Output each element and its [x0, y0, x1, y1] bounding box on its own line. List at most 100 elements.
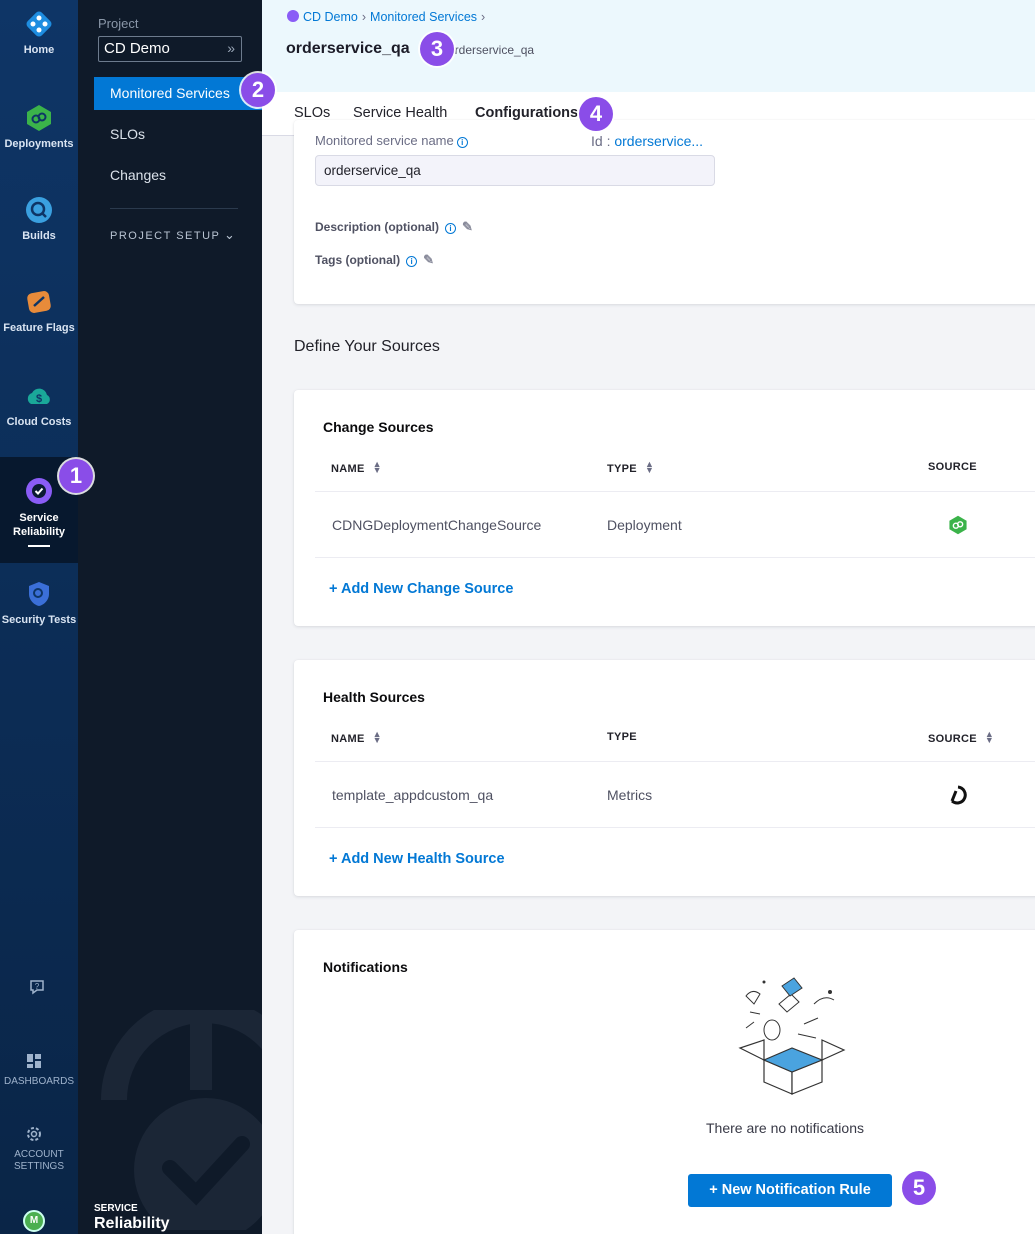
nav-item-slos[interactable]: SLOs — [94, 118, 262, 151]
breadcrumb: CD Demo › Monitored Services › — [287, 10, 489, 24]
empty-box-illustration-icon — [738, 977, 846, 1095]
chevron-down-icon: ⌄ — [224, 227, 235, 242]
rail-label-deployments: Deployments — [4, 138, 74, 150]
rail-label-cloud-costs: Cloud Costs — [6, 416, 72, 428]
add-change-source-label: Add New Change Source — [340, 581, 514, 597]
service-name-label: Monitored service name i — [315, 133, 468, 148]
description-field: Description (optional) i ✎ — [315, 219, 473, 235]
double-chevron-right-icon: » — [227, 40, 235, 56]
nav-item-monitored-services[interactable]: Monitored Services — [94, 77, 262, 110]
callout-5: 5 — [902, 1171, 936, 1205]
dashboards-icon — [27, 1054, 41, 1068]
column-header-type[interactable]: TYPE ▲ ▼ — [607, 459, 655, 476]
sort-icon: ▲ ▼ — [644, 459, 655, 475]
sort-icon: ▲ ▼ — [372, 459, 382, 475]
column-header-type-text: TYPE — [607, 463, 637, 475]
new-notification-rule-button[interactable]: + New Notification Rule — [688, 1174, 892, 1207]
change-source-name[interactable]: CDNGDeploymentChangeSource — [332, 517, 541, 533]
project-selector[interactable]: CD Demo » — [98, 36, 242, 62]
rail-label-home: Home — [23, 44, 55, 56]
help-chat-icon[interactable]: ? — [29, 979, 49, 997]
pencil-icon[interactable]: ✎ — [462, 219, 473, 235]
rail-item-security-tests[interactable]: Security Tests — [0, 580, 78, 626]
info-icon[interactable]: i — [445, 223, 456, 234]
rail-label-builds: Builds — [22, 230, 56, 242]
rail-item-deployments[interactable]: Deployments — [0, 104, 78, 150]
project-setup-toggle[interactable]: PROJECT SETUP — [110, 230, 220, 242]
module-title-big: Reliability — [94, 1215, 170, 1232]
nav-divider — [110, 208, 238, 209]
avatar[interactable]: M — [23, 1210, 45, 1232]
info-icon[interactable]: i — [456, 137, 468, 148]
service-reliability-icon — [26, 478, 52, 504]
plus-icon: + — [709, 1182, 718, 1198]
tags-label: Tags (optional) — [315, 253, 401, 267]
module-nav-rail: Home Deployments Builds Feature Flags $ … — [0, 0, 78, 1234]
description-label: Description (optional) — [315, 220, 439, 234]
rail-label-service-reliability: Service Reliability — [13, 512, 65, 538]
harness-logo-icon — [26, 11, 52, 37]
rail-account-settings[interactable]: ACCOUNT SETTINGS — [0, 1149, 78, 1173]
service-id-label: Id : — [591, 133, 615, 149]
service-name-label-text: Monitored service name — [315, 133, 454, 148]
rail-item-home[interactable]: Home — [0, 10, 78, 56]
column-header-name-text: NAME — [331, 733, 365, 745]
project-icon — [287, 10, 299, 22]
project-label: Project — [98, 16, 139, 31]
column-header-type: TYPE — [607, 731, 637, 743]
rail-dashboards[interactable]: DASHBOARDS — [0, 1076, 78, 1087]
notifications-title: Notifications — [323, 959, 408, 975]
rail-item-builds[interactable]: Builds — [0, 196, 78, 242]
rail-item-cloud-costs[interactable]: $ Cloud Costs — [0, 382, 78, 428]
nav-item-changes[interactable]: Changes — [94, 159, 262, 192]
svg-text:$: $ — [36, 393, 42, 405]
column-header-source-text: SOURCE — [928, 733, 977, 745]
health-source-type: Metrics — [607, 787, 653, 803]
page-title: orderservice_qa — [286, 40, 410, 57]
breadcrumb-project[interactable]: CD Demo — [303, 10, 358, 24]
service-id-value[interactable]: orderservice... — [614, 133, 703, 149]
appdynamics-source-icon — [950, 785, 967, 805]
deployments-source-icon — [949, 515, 967, 535]
plus-icon: + — [329, 581, 338, 597]
module-side-panel: Project CD Demo » Monitored Services SLO… — [78, 0, 262, 1234]
callout-2: 2 — [241, 73, 275, 107]
column-header-name[interactable]: NAME ▲ ▼ — [331, 459, 382, 476]
breadcrumb-monitored-services[interactable]: Monitored Services — [370, 10, 477, 24]
health-sources-card: Health Sources NAME ▲ ▼ TYPE SOURCE ▲ ▼ temp… — [294, 660, 1035, 896]
tab-slos[interactable]: SLOs — [294, 105, 330, 121]
tab-service-health[interactable]: Service Health — [353, 105, 447, 121]
rail-item-feature-flags[interactable]: Feature Flags — [0, 288, 78, 334]
row-divider — [315, 827, 1035, 828]
deployments-icon — [27, 105, 51, 131]
project-name: CD Demo — [104, 40, 170, 57]
info-icon[interactable]: i — [406, 256, 418, 267]
column-header-source: SOURCE — [928, 461, 977, 473]
pencil-icon[interactable]: ✎ — [423, 252, 434, 268]
chevron-right-icon: › — [481, 10, 486, 24]
callout-3: 3 — [420, 32, 454, 66]
plus-icon: + — [329, 851, 338, 867]
row-divider — [315, 761, 1035, 762]
add-health-source-label: Add New Health Source — [340, 851, 505, 867]
column-header-name[interactable]: NAME ▲ ▼ — [331, 730, 382, 746]
rail-label-feature-flags: Feature Flags — [3, 322, 75, 334]
page-header: CD Demo › Monitored Services › orderservice… — [262, 0, 1035, 92]
svg-text:?: ? — [35, 982, 40, 991]
page-subtitle: orderservice_qa — [448, 43, 535, 57]
column-header-source[interactable]: SOURCE ▲ ▼ — [928, 730, 994, 746]
service-name-input[interactable]: orderservice_qa — [315, 155, 715, 186]
add-change-source-link[interactable]: + Add New Change Source — [329, 581, 513, 597]
overview-card: Monitored service name i Id : orderservic… — [294, 120, 1035, 304]
health-source-name[interactable]: template_appdcustom_qa — [332, 787, 493, 803]
empty-state-text: There are no notifications — [706, 1120, 864, 1136]
tab-configurations[interactable]: Configurations — [475, 105, 578, 121]
add-health-source-link[interactable]: + Add New Health Source — [329, 851, 505, 867]
gear-icon — [27, 1127, 41, 1141]
change-sources-card: Change Sources NAME ▲ ▼ TYPE ▲ ▼ SOURCE CDNG… — [294, 390, 1035, 626]
row-divider — [315, 491, 1035, 492]
feature-flags-icon — [27, 291, 51, 313]
row-divider — [315, 557, 1035, 558]
active-indicator — [28, 545, 50, 547]
new-notification-rule-label: New Notification Rule — [721, 1182, 871, 1198]
